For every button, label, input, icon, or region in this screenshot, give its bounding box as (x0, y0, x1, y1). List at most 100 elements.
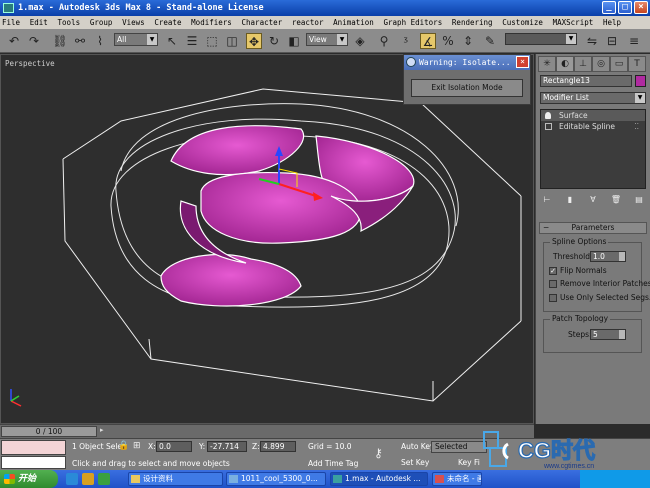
task-3ds-max[interactable]: 1.max - Autodesk ... (330, 472, 428, 486)
next-frame-icon[interactable]: ▸ (100, 426, 110, 437)
dialog-close-button[interactable]: × (516, 56, 529, 68)
menu-reactor[interactable]: reactor (292, 18, 324, 27)
menu-tools[interactable]: Tools (58, 18, 81, 27)
select-and-rotate-icon[interactable]: ↻ (266, 33, 282, 49)
pivot-center-icon[interactable]: ◈ (352, 33, 368, 49)
unlink-icon[interactable]: ⚯ (72, 33, 88, 49)
dialog-title-bar[interactable]: Warning: Isolate... × (404, 55, 530, 70)
object-color-swatch[interactable] (635, 75, 646, 87)
y-coordinate-field[interactable]: -27.714 (207, 441, 247, 452)
time-slider-thumb[interactable]: 0 / 100 (1, 426, 97, 437)
window-crossing-icon[interactable]: ◫ (224, 33, 240, 49)
menu-file[interactable]: File (2, 18, 20, 27)
maximize-button[interactable]: □ (618, 1, 632, 14)
modify-tab-icon[interactable]: ◐ (556, 56, 574, 72)
menu-graph-editors[interactable]: Graph Editors (384, 18, 443, 27)
select-and-scale-icon[interactable]: ◧ (286, 33, 302, 49)
menu-customize[interactable]: Customize (502, 18, 543, 27)
windows-taskbar: 开始 设计资料 1011_cool_5300_0... 1.max - Auto… (0, 470, 650, 488)
maxscript-listener-mini[interactable] (1, 440, 66, 455)
lock-icon[interactable]: 🔒 (118, 441, 129, 451)
x-coordinate-field[interactable]: 0.0 (156, 441, 192, 452)
start-button[interactable]: 开始 (0, 470, 58, 488)
select-by-name-icon[interactable]: ☰ (184, 33, 200, 49)
redo-icon[interactable]: ↷ (26, 33, 42, 49)
align-icon[interactable]: ⊟ (604, 33, 620, 49)
named-selection-set-dropdown[interactable]: ▼ (505, 33, 577, 45)
close-button[interactable]: × (634, 1, 648, 14)
configure-sets-icon[interactable]: ▤ (632, 193, 646, 206)
exit-isolation-mode-button[interactable]: Exit Isolation Mode (411, 79, 523, 97)
flip-normals-checkbox[interactable]: ✓ (549, 267, 557, 275)
ie-quicklaunch-icon[interactable] (66, 473, 78, 485)
folder-quicklaunch-icon[interactable] (82, 473, 94, 485)
spinner-snap-icon[interactable]: ⇕ (460, 33, 476, 49)
create-tab-icon[interactable]: ✳ (538, 56, 556, 72)
menu-create[interactable]: Create (154, 18, 181, 27)
menu-views[interactable]: Views (122, 18, 145, 27)
named-selection-icon[interactable]: ✎ (482, 33, 498, 49)
perspective-viewport[interactable]: Perspective (0, 54, 534, 424)
menu-edit[interactable]: Edit (30, 18, 48, 27)
set-key-label[interactable]: Set Key (401, 458, 429, 468)
select-and-move-icon[interactable]: ✥ (246, 33, 262, 49)
remove-modifier-icon[interactable]: 🗑 (609, 193, 623, 206)
undo-icon[interactable]: ↶ (6, 33, 22, 49)
svg-text:www.cgtimes.cn: www.cgtimes.cn (543, 463, 594, 470)
percent-snap-icon[interactable]: % (440, 33, 456, 49)
display-tab-icon[interactable]: ▭ (610, 56, 628, 72)
pin-stack-icon[interactable]: ⊢ (540, 193, 554, 206)
stack-item-surface[interactable]: Surface (541, 110, 645, 121)
select-object-icon[interactable]: ↖ (164, 33, 180, 49)
expand-icon[interactable] (545, 123, 552, 130)
steps-spinner[interactable]: 5 (590, 329, 626, 340)
parameters-rollout-header[interactable]: − Parameters (539, 222, 647, 234)
minimize-button[interactable]: _ (602, 1, 616, 14)
mirror-icon[interactable]: ⇋ (584, 33, 600, 49)
menu-group[interactable]: Group (90, 18, 113, 27)
modifier-list-dropdown[interactable]: Modifier List ▼ (540, 92, 646, 104)
z-coordinate-field[interactable]: 4.899 (260, 441, 296, 452)
snap-toggle-icon[interactable]: ᶾ (398, 33, 414, 49)
task-design-folder[interactable]: 设计资料 (128, 472, 223, 486)
menu-modifiers[interactable]: Modifiers (191, 18, 232, 27)
menu-help[interactable]: Help (603, 18, 621, 27)
rectangle-selection-icon[interactable]: ⬚ (204, 33, 220, 49)
link-icon[interactable]: ⛓ (52, 33, 68, 49)
angle-snap-icon[interactable]: ∡ (420, 33, 436, 49)
menu-animation[interactable]: Animation (333, 18, 374, 27)
remove-interior-checkbox[interactable] (549, 280, 557, 288)
layer-manager-icon[interactable]: ≡ (626, 33, 642, 49)
scene-canvas[interactable] (1, 55, 534, 424)
key-icon[interactable]: ⚷ (374, 447, 383, 459)
spinner-arrows-icon[interactable] (619, 330, 625, 339)
object-name-field[interactable]: Rectangle13 (540, 75, 632, 87)
hierarchy-tab-icon[interactable]: ⊥ (574, 56, 592, 72)
use-only-selected-checkbox[interactable] (549, 294, 557, 302)
task-paint[interactable]: 未命名 - 画图 (432, 472, 482, 486)
auto-key-label[interactable]: Auto Key (401, 442, 434, 452)
utilities-tab-icon[interactable]: T (628, 56, 646, 72)
menu-rendering[interactable]: Rendering (452, 18, 493, 27)
manipulate-icon[interactable]: ⚲ (376, 33, 392, 49)
selection-filter-dropdown[interactable]: All ▼ (114, 33, 158, 46)
add-time-tag[interactable]: Add Time Tag (308, 459, 358, 469)
maxscript-input-mini[interactable] (1, 456, 66, 469)
task-image-viewer[interactable]: 1011_cool_5300_0... (226, 472, 326, 486)
viewport-label[interactable]: Perspective (5, 59, 55, 68)
stack-item-editable-spline[interactable]: Editable Spline ⁚⁚ (541, 121, 645, 132)
make-unique-icon[interactable]: ∀ (586, 193, 600, 206)
menu-character[interactable]: Character (242, 18, 283, 27)
lightbulb-icon[interactable] (545, 112, 551, 119)
motion-tab-icon[interactable]: ◎ (592, 56, 610, 72)
time-slider[interactable]: 0 / 100 ▸ (0, 424, 534, 438)
absolute-mode-icon[interactable]: ⊞ (133, 441, 141, 451)
reference-coordinate-dropdown[interactable]: View ▼ (306, 33, 348, 46)
show-end-result-icon[interactable]: ▮ (563, 193, 577, 206)
menu-maxscript[interactable]: MAXScript (553, 18, 594, 27)
key-filters-button[interactable]: Key Fi (458, 458, 480, 468)
spinner-arrows-icon[interactable] (619, 252, 625, 261)
desktop-quicklaunch-icon[interactable] (98, 473, 110, 485)
threshold-spinner[interactable]: 1.0 (590, 251, 626, 262)
bind-space-warp-icon[interactable]: ⌇ (92, 33, 108, 49)
